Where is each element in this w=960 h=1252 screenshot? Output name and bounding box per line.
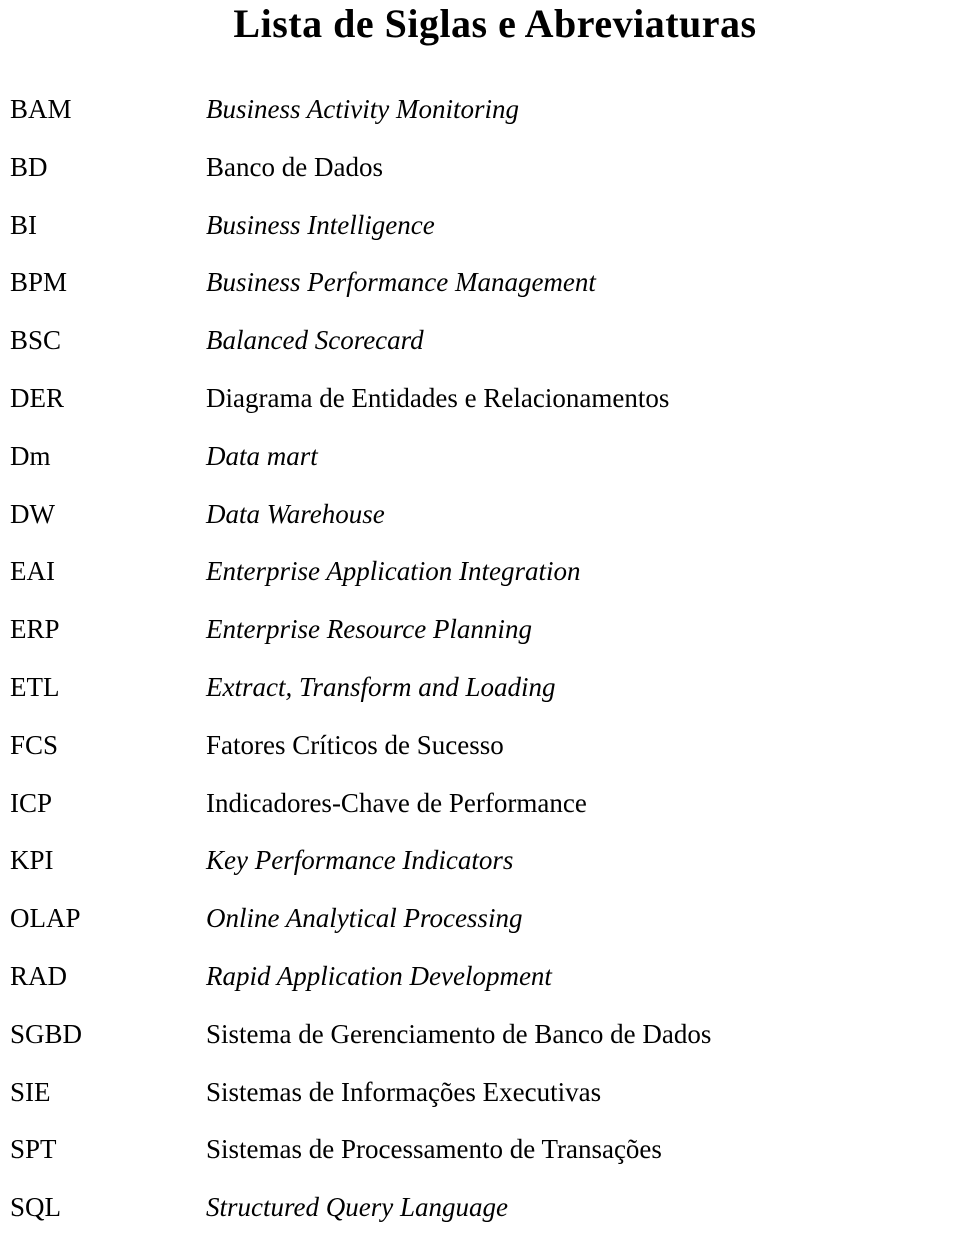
- abbreviation-definition: Sistemas de Informações Executivas: [206, 1076, 602, 1107]
- abbreviation-definition: Sistema de Gerenciamento de Banco de Dad…: [206, 1018, 712, 1049]
- list-item: DER Diagrama de Entidades e Relacionamen…: [6, 382, 960, 443]
- abbreviation-term: Dm: [10, 440, 51, 471]
- abbreviation-term: BI: [10, 209, 37, 240]
- abbreviation-term: EAI: [10, 556, 55, 587]
- abbreviation-definition: Enterprise Application Integration: [206, 556, 581, 587]
- abbreviation-term: OLAP: [10, 903, 81, 934]
- list-item: Dm Data mart: [6, 440, 960, 501]
- list-item: BAM Business Activity Monitoring: [6, 96, 960, 154]
- list-item: ETL Extract, Transform and Loading: [6, 671, 960, 732]
- list-item: KPI Key Performance Indicators: [6, 847, 960, 905]
- abbreviation-term: FCS: [10, 729, 59, 760]
- abbreviation-list: BAM Business Activity Monitoring BD Banc…: [0, 96, 960, 1252]
- list-item: FCS Fatores Críticos de Sucesso: [6, 729, 960, 790]
- abbreviation-definition: Indicadores-Chave de Performance: [206, 787, 587, 818]
- abbreviation-term: BD: [10, 151, 48, 182]
- abbreviation-term: KPI: [10, 845, 54, 876]
- abbreviation-term: DW: [10, 498, 55, 529]
- abbreviation-term: SIE: [10, 1076, 51, 1107]
- list-item: BD Banco de Dados: [6, 151, 960, 212]
- abbreviation-term: ICP: [10, 787, 53, 818]
- abbreviation-definition: Diagrama de Entidades e Relacionamentos: [206, 382, 670, 413]
- abbreviation-definition: Key Performance Indicators: [206, 845, 514, 876]
- abbreviation-definition: Sistemas de Processamento de Transações: [206, 1134, 662, 1165]
- abbreviation-definition: Data Warehouse: [206, 498, 385, 529]
- list-item: BPM Business Performance Management: [6, 269, 960, 327]
- page-title: Lista de Siglas e Abreviaturas: [233, 1, 757, 46]
- abbreviation-term: SPT: [10, 1134, 57, 1165]
- list-item: SQL Structured Query Language: [6, 1194, 960, 1252]
- list-item: EAI Enterprise Application Integration: [6, 558, 960, 616]
- list-item: SGBD Sistema de Gerenciamento de Banco d…: [6, 1018, 960, 1079]
- abbreviation-term: ETL: [10, 671, 60, 702]
- document-page: Lista de Siglas e Abreviaturas BAM Busin…: [0, 0, 960, 1244]
- abbreviation-term: RAD: [10, 960, 68, 991]
- abbreviation-term: DER: [10, 382, 64, 413]
- list-item: ICP Indicadores-Chave de Performance: [6, 787, 960, 848]
- abbreviation-definition: Enterprise Resource Planning: [206, 614, 532, 645]
- abbreviation-term: BAM: [10, 94, 72, 124]
- abbreviation-term: ERP: [10, 614, 60, 645]
- abbreviation-definition: Data mart: [206, 440, 318, 471]
- abbreviation-term: SGBD: [10, 1018, 83, 1049]
- abbreviation-definition: Business Intelligence: [206, 209, 435, 240]
- abbreviation-definition: Business Activity Monitoring: [206, 94, 519, 124]
- abbreviation-definition: Rapid Application Development: [206, 960, 552, 991]
- list-item: BSC Balanced Scorecard: [6, 327, 960, 385]
- abbreviation-definition: Business Performance Management: [206, 267, 596, 298]
- list-item: SPT Sistemas de Processamento de Transaç…: [6, 1136, 960, 1194]
- list-item: OLAP Online Analytical Processing: [6, 905, 960, 963]
- abbreviation-term: SQL: [10, 1192, 62, 1223]
- abbreviation-term: BPM: [10, 267, 68, 298]
- list-item: DW Data Warehouse: [6, 498, 960, 559]
- list-item: SIE Sistemas de Informações Executivas: [6, 1076, 960, 1137]
- list-item: RAD Rapid Application Development: [6, 960, 960, 1021]
- list-item: ERP Enterprise Resource Planning: [6, 616, 960, 674]
- abbreviation-definition: Structured Query Language: [206, 1192, 508, 1223]
- abbreviation-term: BSC: [10, 325, 62, 356]
- abbreviation-definition: Banco de Dados: [206, 151, 383, 182]
- list-item: BI Business Intelligence: [6, 209, 960, 270]
- abbreviation-definition: Fatores Críticos de Sucesso: [206, 729, 504, 760]
- abbreviation-definition: Extract, Transform and Loading: [206, 671, 556, 702]
- abbreviation-definition: Balanced Scorecard: [206, 325, 424, 356]
- abbreviation-definition: Online Analytical Processing: [206, 903, 523, 934]
